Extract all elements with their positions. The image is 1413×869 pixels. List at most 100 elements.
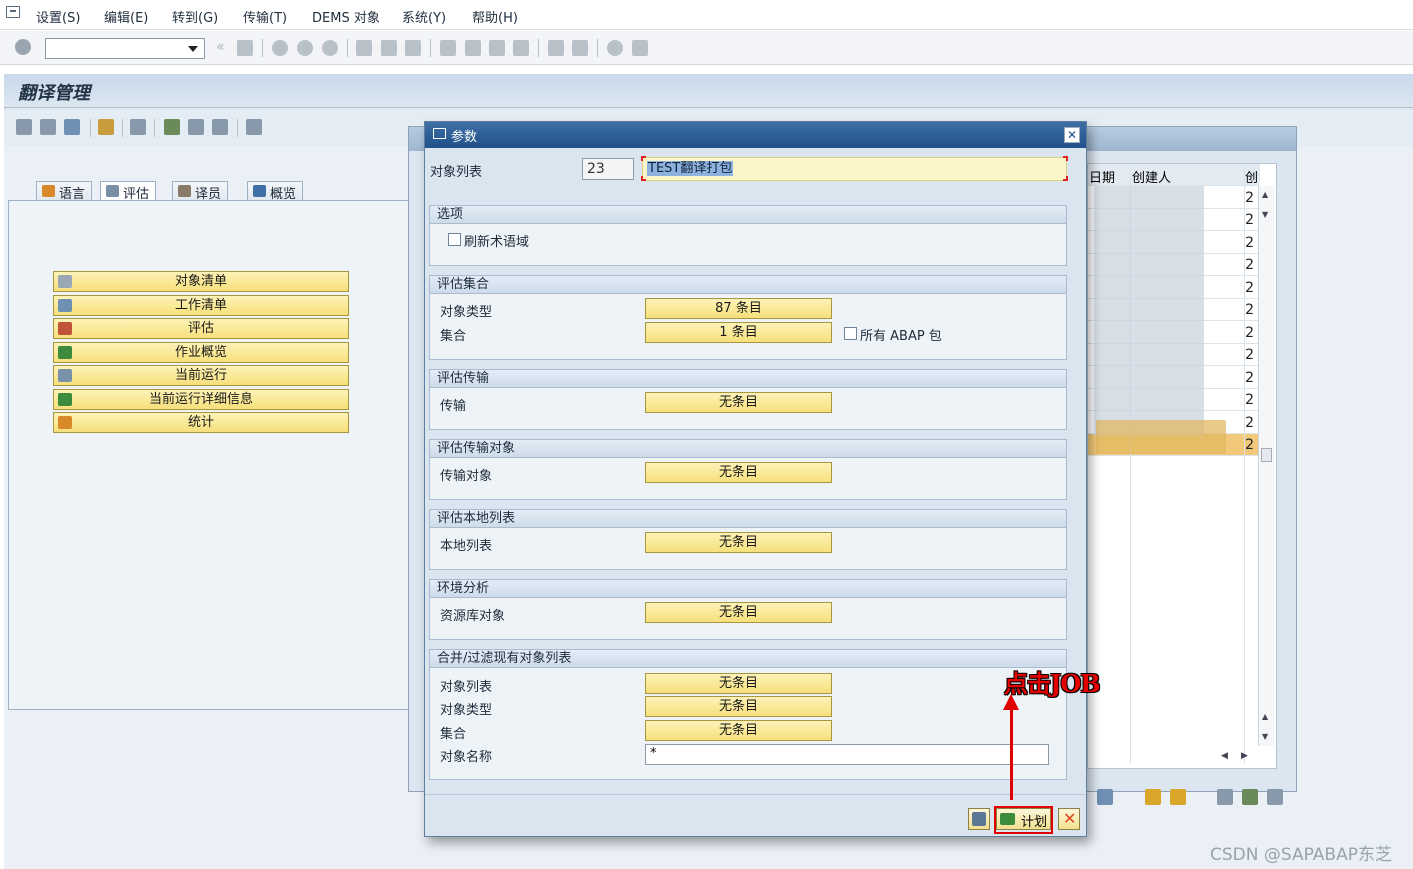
button-label: 工作清单 (174, 298, 227, 313)
toolbar-separator (154, 119, 155, 137)
shortcut-icon[interactable] (572, 40, 588, 56)
scroll-down-icon[interactable]: ▼ (1262, 210, 1268, 219)
menu-edit[interactable]: 编辑(E) (104, 7, 148, 26)
close-icon[interactable]: ✕ (1064, 127, 1080, 143)
merge-object-list-button[interactable]: 无条目 (645, 673, 832, 694)
current-run-button[interactable]: 当前运行 (53, 365, 349, 386)
transport-object-button[interactable]: 无条目 (645, 462, 832, 483)
users-icon (178, 185, 191, 197)
next-page-icon[interactable] (489, 40, 505, 56)
table-cell: 2 (1245, 280, 1254, 296)
work-list-button[interactable]: 工作清单 (53, 295, 349, 316)
statistics-button[interactable]: 统计 (53, 412, 349, 433)
command-field[interactable] (45, 38, 205, 59)
last-page-icon[interactable] (513, 40, 529, 56)
object-list-button[interactable]: 对象清单 (53, 271, 349, 292)
menu-help[interactable]: 帮助(H) (472, 7, 518, 26)
chevron-down-icon[interactable] (188, 46, 198, 52)
close-icon: ✕ (1063, 809, 1077, 828)
toolbar-separator (430, 39, 431, 57)
layout-menu-icon[interactable] (632, 40, 648, 56)
table-cell: 2 (1245, 325, 1254, 341)
dialog-titlebar: 参数 ✕ (425, 122, 1086, 148)
dialog-footer-separator (425, 794, 1086, 795)
layout-icon[interactable] (1267, 789, 1283, 805)
save-variant-button[interactable] (968, 808, 990, 830)
object-list-number-field[interactable]: 23 (582, 158, 634, 180)
vertical-scrollbar[interactable]: ▲ ▼ ▲ ▼ (1258, 186, 1274, 746)
find-icon[interactable] (1217, 789, 1233, 805)
menu-goto[interactable]: 转到(G) (172, 7, 218, 26)
object-list-name-field[interactable]: TEST翻译打包 (642, 157, 1067, 181)
scroll-thumb[interactable] (1261, 448, 1272, 462)
help-icon[interactable] (607, 40, 623, 56)
menu-dems-object[interactable]: DEMS 对象 (312, 7, 380, 26)
transport-icon[interactable] (98, 119, 114, 135)
enter-icon[interactable] (15, 39, 31, 55)
mountain-icon[interactable] (1145, 789, 1161, 805)
config-icon[interactable] (246, 119, 262, 135)
scroll-right-icon[interactable]: ▶ (1241, 751, 1248, 761)
object-name-input[interactable]: * (645, 744, 1049, 765)
new-document-icon[interactable] (16, 119, 32, 135)
exit-icon[interactable] (297, 40, 313, 56)
merge-collection-button[interactable]: 无条目 (645, 720, 832, 741)
tab-language[interactable]: 语言 (36, 181, 93, 202)
column-header-creator[interactable]: 创建人 (1132, 167, 1171, 186)
export-icon[interactable] (1242, 789, 1258, 805)
transport-label: 传输 (440, 399, 467, 414)
menu-settings[interactable]: 设置(S) (36, 7, 80, 26)
transport-button[interactable]: 无条目 (645, 392, 832, 413)
menu-system[interactable]: 系统(Y) (402, 7, 446, 26)
first-page-icon[interactable] (440, 40, 456, 56)
object-type-button[interactable]: 87 条目 (645, 298, 832, 319)
scroll-up-icon[interactable]: ▲ (1262, 190, 1268, 199)
job-overview-button[interactable]: 作业概览 (53, 342, 349, 363)
collapse-icon[interactable]: « (216, 39, 225, 55)
new-session-icon[interactable] (548, 40, 564, 56)
evaluation-button[interactable]: 评估 (53, 318, 349, 339)
toolbar-separator (347, 39, 348, 57)
menu-transport[interactable]: 传输(T) (243, 7, 287, 26)
cancel-icon[interactable] (322, 40, 338, 56)
save-icon[interactable] (237, 40, 253, 56)
export-icon[interactable] (212, 119, 228, 135)
tab-translators[interactable]: 译员 (172, 181, 229, 202)
column-header-date[interactable]: 日期 (1089, 167, 1115, 186)
repository-object-button[interactable]: 无条目 (645, 602, 832, 623)
scroll-up-icon[interactable]: ▲ (1262, 712, 1268, 721)
job-detail-icon (58, 393, 72, 406)
system-menu-icon[interactable] (6, 6, 20, 18)
button-label: 对象清单 (174, 274, 227, 289)
toolbar-separator (122, 119, 123, 137)
cancel-button[interactable]: ✕ (1058, 808, 1080, 830)
table-cell: 2 (1245, 347, 1254, 363)
merge-object-type-button[interactable]: 无条目 (645, 696, 832, 717)
all-abap-packages-checkbox[interactable] (844, 327, 857, 340)
tab-overview[interactable]: 概览 (247, 181, 304, 202)
scroll-down-icon[interactable]: ▼ (1262, 732, 1268, 741)
table-cell: 2 (1245, 302, 1254, 318)
column-header-created[interactable]: 创 (1245, 167, 1258, 186)
print-icon[interactable] (356, 40, 372, 56)
grid-icon[interactable] (164, 119, 180, 135)
dialog-title: 参数 (451, 130, 478, 145)
users-icon[interactable] (130, 119, 146, 135)
previous-page-icon[interactable] (465, 40, 481, 56)
delete-icon[interactable] (1097, 789, 1113, 805)
scroll-icon[interactable] (1170, 789, 1186, 805)
refresh-terminology-checkbox[interactable] (448, 233, 461, 246)
find-next-icon[interactable] (405, 40, 421, 56)
scroll-left-icon[interactable]: ◀ (1221, 751, 1228, 761)
current-run-detail-button[interactable]: 当前运行详细信息 (53, 389, 349, 410)
tools-icon[interactable] (64, 119, 80, 135)
local-list-label: 本地列表 (440, 539, 493, 554)
collection-button[interactable]: 1 条目 (645, 322, 832, 343)
back-icon[interactable] (272, 40, 288, 56)
list-icon[interactable] (40, 119, 56, 135)
local-list-button[interactable]: 无条目 (645, 532, 832, 553)
tab-evaluation[interactable]: 评估 (100, 181, 157, 202)
layout-icon[interactable] (188, 119, 204, 135)
watermark: CSDN @SAPABAP东芝 (1210, 845, 1392, 865)
find-icon[interactable] (381, 40, 397, 56)
